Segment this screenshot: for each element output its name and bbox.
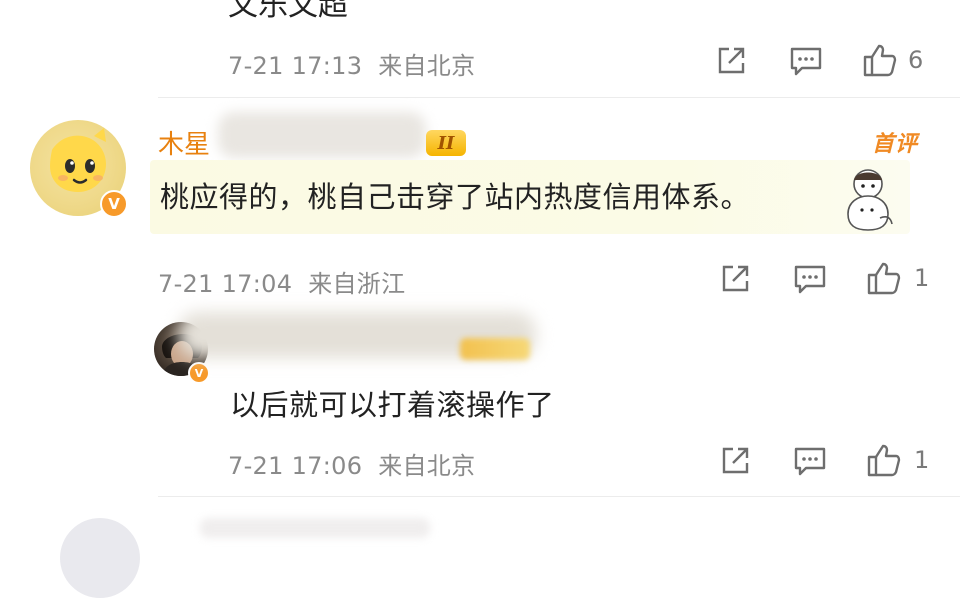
reply-level-badge [460, 338, 530, 360]
share-icon [719, 263, 751, 295]
verified-badge: V [188, 362, 210, 384]
comment-icon [793, 445, 827, 477]
next-comment-username-redacted [200, 518, 430, 538]
like-count: 1 [914, 264, 930, 292]
next-comment-avatar[interactable] [60, 518, 140, 598]
comment-meta: 7-21 17:04 来自浙江 [158, 264, 405, 299]
previous-reply-text: 文乐文超 [228, 0, 348, 23]
like-count: 6 [908, 46, 924, 74]
comment-button[interactable] [790, 442, 830, 480]
timestamp: 7-21 17:04 [158, 270, 293, 298]
location: 来自北京 [378, 52, 476, 80]
comment-text: 桃应得的，桃自己击穿了站内热度信用体系。 [160, 180, 751, 214]
divider [158, 97, 960, 98]
comment-icon [793, 263, 827, 295]
share-icon [719, 445, 751, 477]
timestamp: 7-21 17:06 [228, 452, 363, 480]
first-comment-badge: 首评 [872, 132, 919, 157]
location: 来自北京 [378, 452, 476, 480]
level-badge: II [426, 130, 466, 156]
share-button[interactable] [716, 260, 754, 298]
like-button[interactable]: 6 [862, 40, 934, 80]
share-icon [715, 45, 747, 77]
like-button[interactable]: 1 [866, 440, 938, 480]
like-icon [862, 42, 898, 78]
username[interactable]: 木星 [158, 124, 210, 161]
like-icon [866, 260, 902, 296]
like-count: 1 [914, 446, 930, 474]
comment-icon [789, 45, 823, 77]
username-redacted [218, 112, 426, 158]
like-button[interactable]: 1 [866, 258, 938, 298]
like-icon [866, 442, 902, 478]
timestamp: 7-21 17:13 [228, 52, 363, 80]
reply-text: 以后就可以打着滚操作了 [230, 388, 555, 422]
previous-reply-meta: 7-21 17:13 来自北京 [228, 46, 475, 81]
comment-button[interactable] [790, 260, 830, 298]
verified-badge: V [100, 190, 128, 218]
reply-meta: 7-21 17:06 来自北京 [228, 446, 475, 481]
divider [158, 496, 960, 497]
share-button[interactable] [716, 442, 754, 480]
comment-button[interactable] [786, 42, 826, 80]
location: 来自浙江 [308, 270, 406, 298]
sticker-icon [838, 162, 898, 234]
share-button[interactable] [712, 42, 750, 80]
